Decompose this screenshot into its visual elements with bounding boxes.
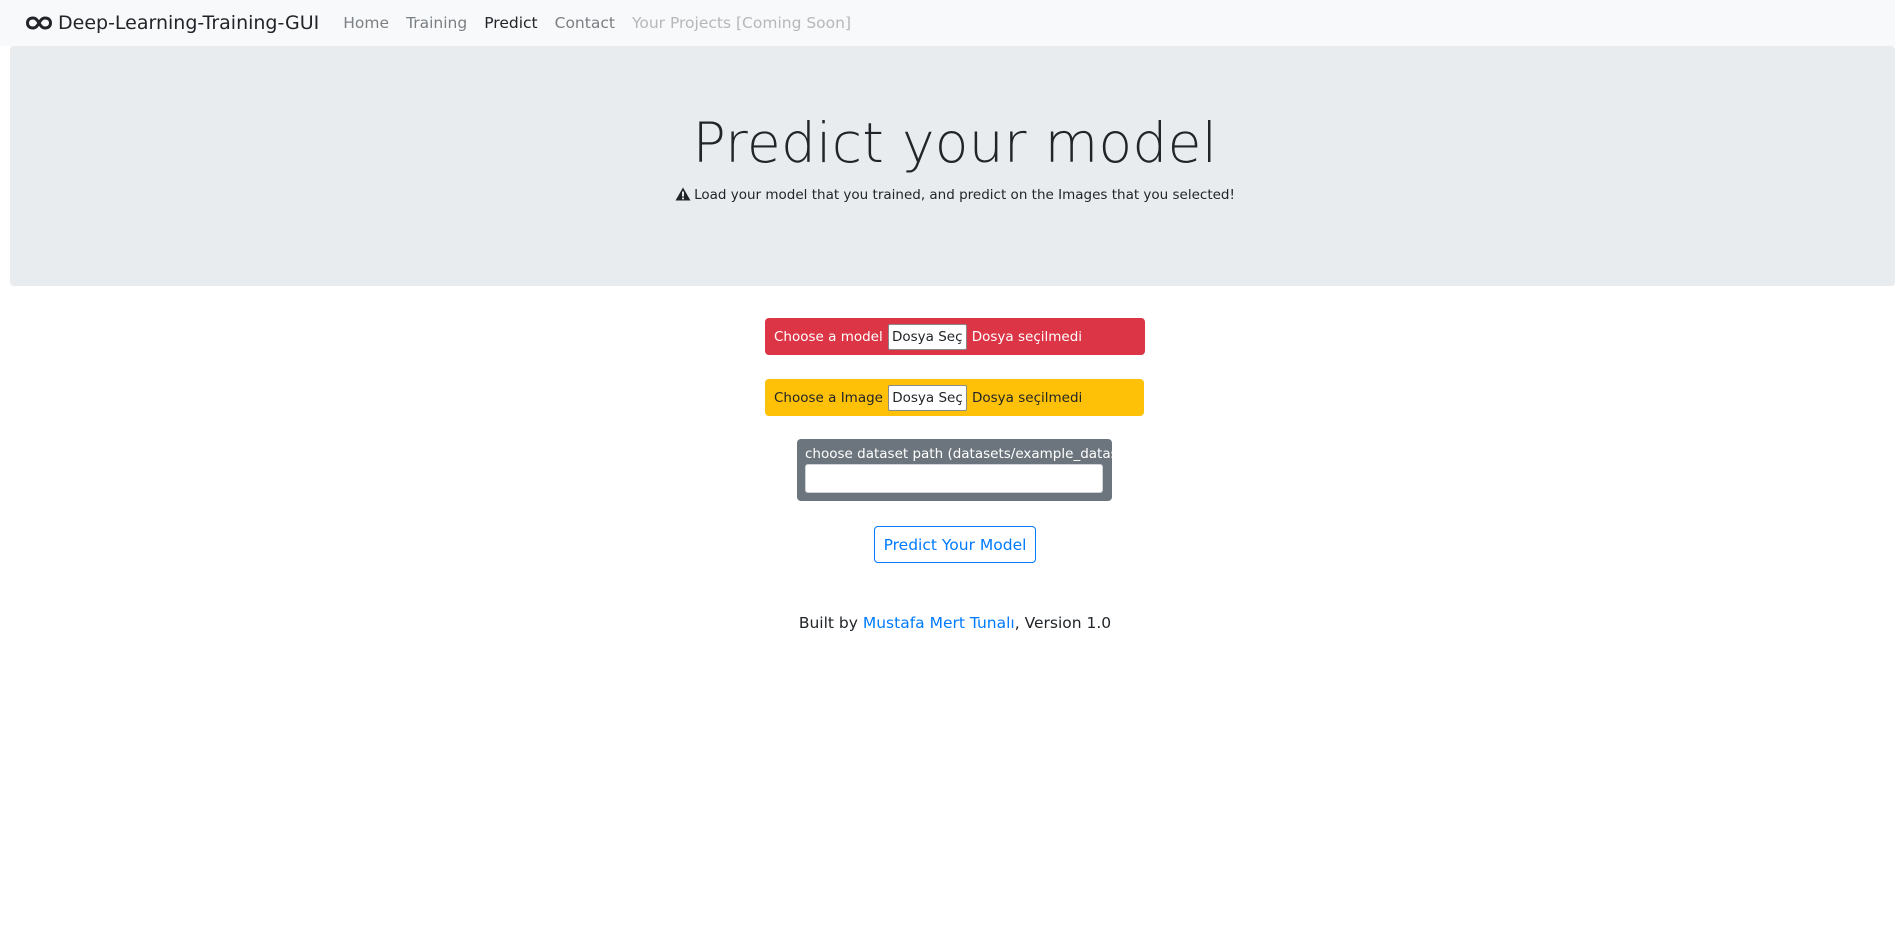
navbar: Deep-Learning-Training-GUI Home Training… [0, 0, 1895, 46]
author-link[interactable]: Mustafa Mert Tunalı [863, 614, 1015, 632]
nav-links: Home Training Predict Contact Your Proje… [343, 14, 868, 32]
choose-model-file-button[interactable]: Dosya Seç [887, 323, 967, 350]
footer-suffix: , Version 1.0 [1014, 614, 1112, 632]
footer-prefix: Built by [798, 614, 863, 632]
navbar-brand[interactable]: Deep-Learning-Training-GUI [26, 12, 319, 34]
choose-image-file-button[interactable]: Dosya Seç [887, 384, 967, 411]
nav-contact[interactable]: Contact [555, 14, 615, 32]
dataset-path-box: choose dataset path (datasets/example_da… [797, 439, 1137, 501]
nav-home[interactable]: Home [343, 14, 389, 32]
model-file-label: Choose a model [774, 328, 883, 345]
predict-model-button[interactable]: Predict Your Model [874, 526, 1036, 563]
image-file-picker: Choose a Image Dosya Seç Dosya seçilmedi [765, 379, 1144, 416]
model-file-status: Dosya seçilmedi [971, 328, 1083, 345]
nav-training[interactable]: Training [406, 14, 467, 32]
image-file-status: Dosya seçilmedi [971, 389, 1083, 406]
page-title: Predict your model [692, 111, 1218, 175]
hero-section: Predict your model Load your model that … [10, 46, 1895, 286]
footer: Built by Mustafa Mert Tunalı, Version 1.… [0, 614, 1895, 632]
warning-icon [675, 187, 691, 201]
image-file-label: Choose a Image [774, 389, 883, 406]
hero-lead-text: Load your model that you trained, and pr… [694, 187, 1235, 203]
dataset-path-input[interactable] [805, 464, 1103, 493]
nav-your-projects: Your Projects [Coming Soon] [631, 14, 852, 32]
nav-predict[interactable]: Predict [484, 14, 537, 32]
brand-name: Deep-Learning-Training-GUI [58, 12, 320, 34]
hero-lead: Load your model that you trained, and pr… [10, 187, 1895, 203]
dataset-path-label: choose dataset path (datasets/example_da… [805, 446, 1137, 462]
infinity-icon [26, 16, 52, 30]
model-file-picker: Choose a model Dosya Seç Dosya seçilmedi [765, 318, 1145, 355]
